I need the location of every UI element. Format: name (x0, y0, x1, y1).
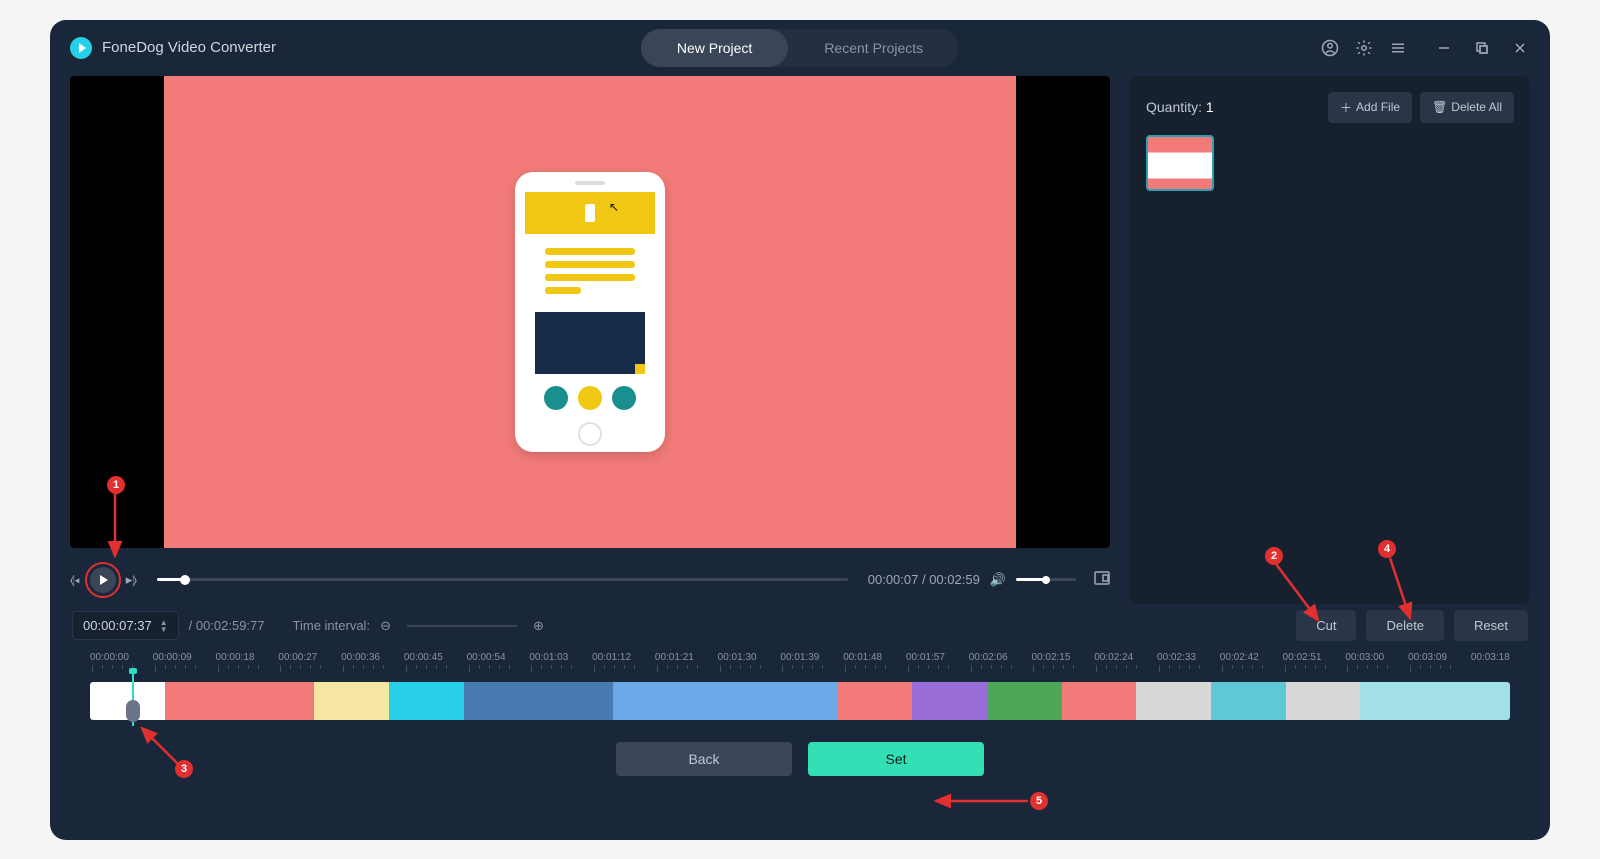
ruler-tick: 00:00:18 (216, 652, 259, 672)
account-icon[interactable] (1320, 38, 1340, 58)
ruler-tick: 00:03:09 (1408, 652, 1451, 672)
timeline-ruler: 00:00:00 00:00:09 00:00:18 00:00:27 00:00:36… (50, 648, 1550, 672)
ruler-tick: 00:00:09 (153, 652, 196, 672)
titlebar: FoneDog Video Converter New Project Rece… (50, 20, 1550, 76)
minimize-icon[interactable] (1434, 38, 1454, 58)
annotation-badge-3: 3 (175, 760, 193, 778)
video-preview[interactable]: ↖ (70, 76, 1110, 548)
interval-slider[interactable] (407, 625, 517, 627)
phone-illustration: ↖ (515, 172, 665, 452)
tab-recent-projects[interactable]: Recent Projects (788, 29, 959, 67)
fullscreen-icon[interactable] (1094, 571, 1110, 588)
filmstrip[interactable] (50, 672, 1550, 724)
ruler-tick: 00:03:00 (1345, 652, 1388, 672)
ruler-tick: 00:02:24 (1094, 652, 1137, 672)
tab-new-project[interactable]: New Project (641, 29, 788, 67)
logo-icon (70, 37, 92, 59)
app-window: FoneDog Video Converter New Project Rece… (50, 20, 1550, 840)
back-button[interactable]: Back (616, 742, 792, 776)
ruler-tick: 00:00:45 (404, 652, 447, 672)
clip-thumbnail[interactable] (1146, 135, 1214, 191)
clip-panel: Quantity: 1 ＋Add File 🗑Delete All (1130, 76, 1530, 604)
quantity-label: Quantity: 1 (1146, 99, 1214, 115)
ruler-tick: 00:01:21 (655, 652, 698, 672)
play-button[interactable] (90, 567, 116, 593)
playhead-handle[interactable] (126, 700, 140, 722)
maximize-icon[interactable] (1472, 38, 1492, 58)
close-icon[interactable] (1510, 38, 1530, 58)
add-file-button[interactable]: ＋Add File (1328, 92, 1412, 123)
ruler-tick: 00:02:51 (1283, 652, 1326, 672)
set-button[interactable]: Set (808, 742, 984, 776)
ruler-tick: 00:01:57 (906, 652, 949, 672)
plus-icon: ＋ (1340, 99, 1352, 116)
ruler-tick: 00:03:18 (1471, 652, 1510, 672)
ruler-tick: 00:00:00 (90, 652, 133, 672)
volume-slider[interactable] (1016, 578, 1076, 581)
top-tabs: New Project Recent Projects (641, 29, 959, 67)
annotation-badge-1: 1 (107, 476, 125, 494)
menu-icon[interactable] (1388, 38, 1408, 58)
ruler-tick: 00:01:12 (592, 652, 635, 672)
volume-icon[interactable]: 🔊 (990, 572, 1006, 588)
reset-button[interactable]: Reset (1454, 610, 1528, 641)
progress-slider[interactable] (157, 578, 848, 581)
ruler-tick: 00:02:06 (969, 652, 1012, 672)
video-frame: ↖ (164, 76, 1017, 548)
time-display: 00:00:07 / 00:02:59 (868, 572, 980, 587)
ruler-tick: 00:02:42 (1220, 652, 1263, 672)
app-logo: FoneDog Video Converter (70, 37, 276, 59)
annotation-badge-5: 5 (1030, 792, 1048, 810)
delete-all-button[interactable]: 🗑Delete All (1420, 92, 1514, 123)
ruler-tick: 00:00:27 (278, 652, 321, 672)
prev-frame-icon[interactable]: ⦉◂ (70, 572, 80, 588)
ruler-tick: 00:00:36 (341, 652, 384, 672)
app-title: FoneDog Video Converter (102, 39, 276, 56)
edit-toolbar: 00:00:07:37 ▲▼ / 00:02:59:77 Time interv… (50, 604, 1550, 648)
annotation-badge-4: 4 (1378, 540, 1396, 558)
ruler-tick: 00:01:39 (780, 652, 823, 672)
ruler-tick: 00:02:33 (1157, 652, 1200, 672)
trash-icon: 🗑 (1432, 100, 1447, 114)
next-frame-icon[interactable]: ▸⦊ (126, 572, 137, 588)
ruler-tick: 00:01:30 (718, 652, 761, 672)
annotation-badge-2: 2 (1265, 547, 1283, 565)
ruler-tick: 00:00:54 (467, 652, 510, 672)
bottom-bar: Back Set (50, 724, 1550, 776)
ruler-tick: 00:02:15 (1031, 652, 1074, 672)
delete-button[interactable]: Delete (1366, 610, 1444, 641)
playback-controls: ⦉◂ ▸⦊ 00:00:07 / 00:02:59 🔊 (70, 556, 1110, 604)
zoom-in-icon[interactable]: ⊕ (533, 618, 544, 634)
ruler-tick: 00:01:03 (529, 652, 572, 672)
time-input[interactable]: 00:00:07:37 ▲▼ (72, 611, 179, 640)
cut-button[interactable]: Cut (1296, 610, 1356, 641)
zoom-out-icon[interactable]: ⊖ (380, 618, 391, 634)
ruler-tick: 00:01:48 (843, 652, 886, 672)
titlebar-right (1320, 38, 1530, 58)
time-step-down-icon[interactable]: ▼ (160, 626, 168, 633)
settings-icon[interactable] (1354, 38, 1374, 58)
total-duration: / 00:02:59:77 (189, 618, 265, 633)
interval-label: Time interval: (293, 618, 371, 633)
